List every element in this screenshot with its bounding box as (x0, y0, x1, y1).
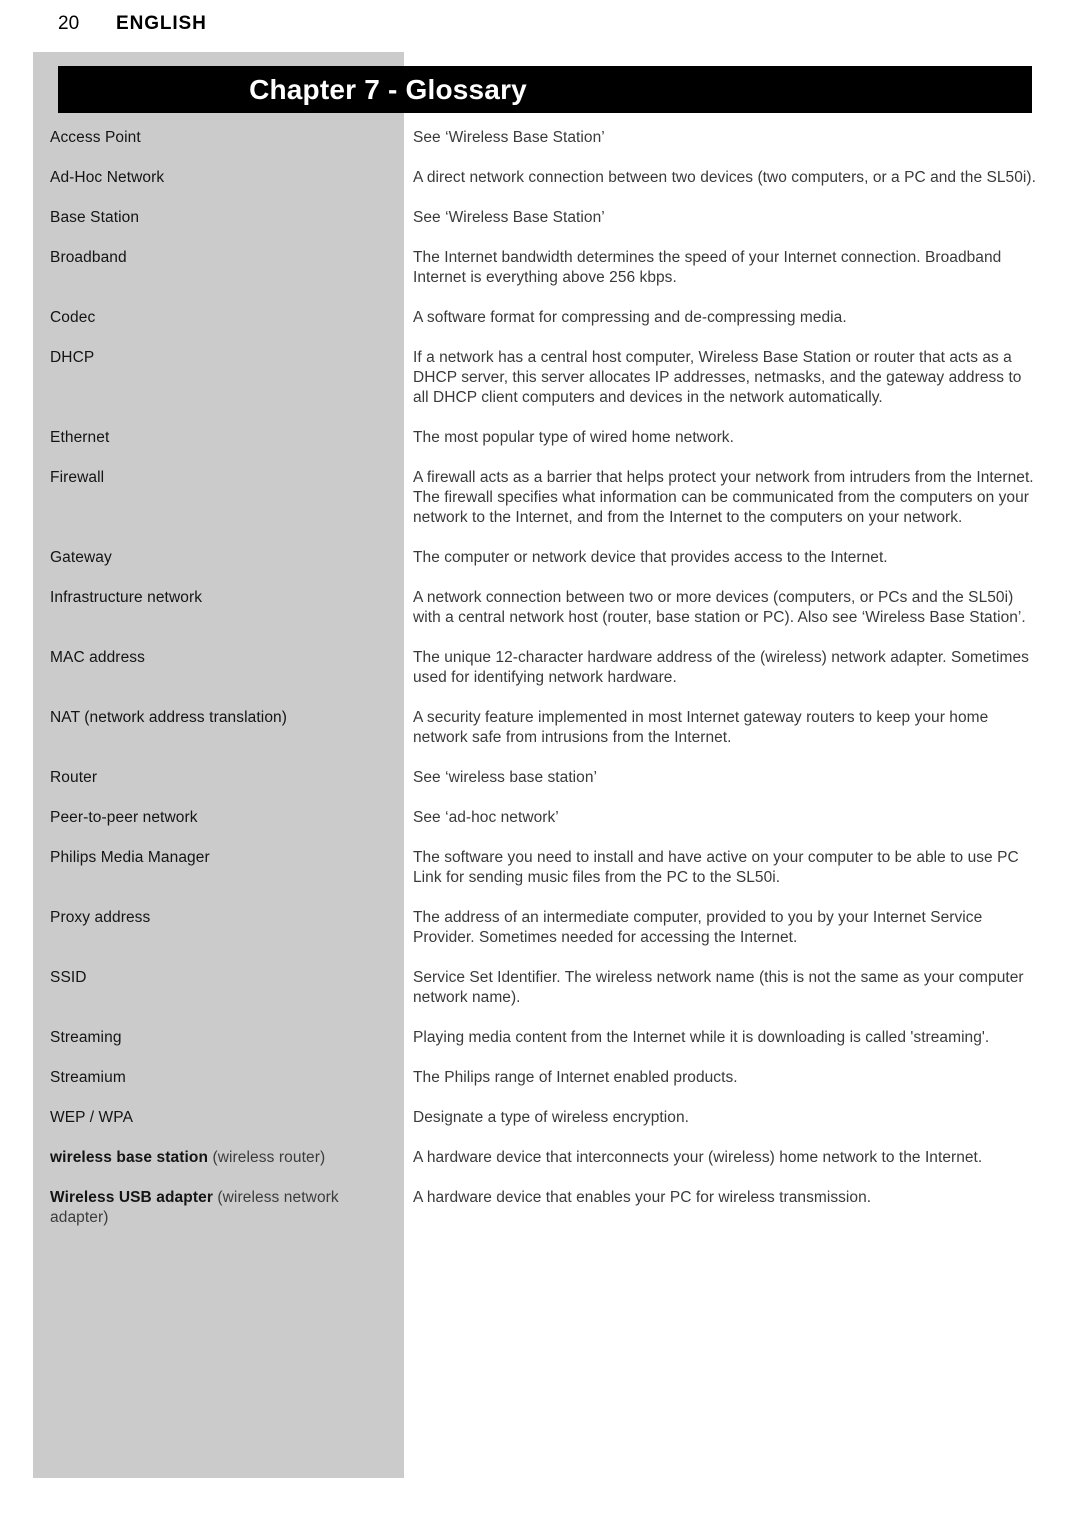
glossary-term: Peer-to-peer network (50, 808, 400, 828)
glossary-term-text: Wireless USB adapter (50, 1189, 213, 1206)
glossary-term: Wireless USB adapter (wireless network a… (50, 1188, 400, 1228)
glossary-term: Streamium (50, 1068, 400, 1088)
glossary-term-text: Proxy address (50, 909, 151, 926)
glossary-term-text: Philips Media Manager (50, 849, 210, 866)
glossary-definition: A security feature implemented in most I… (413, 709, 989, 746)
glossary-term-text: MAC address (50, 649, 145, 666)
glossary-definition: A direct network connection between two … (413, 169, 1036, 186)
glossary-term-text: Router (50, 769, 98, 786)
glossary-definition: Designate a type of wireless encryption. (413, 1109, 689, 1126)
glossary-term-text: NAT (network address translation) (50, 709, 288, 726)
glossary-definition: A software format for compressing and de… (413, 309, 847, 326)
chapter-banner: Chapter 7 - Glossary (58, 66, 1032, 113)
glossary-definition: The most popular type of wired home netw… (413, 429, 734, 446)
glossary-term: Base Station (50, 208, 400, 228)
glossary-definition: If a network has a central host computer… (413, 349, 1022, 406)
glossary-term: Router (50, 768, 400, 788)
glossary-definition: See ‘wireless base station’ (413, 769, 597, 786)
glossary-definition: The Internet bandwidth determines the sp… (413, 249, 1002, 286)
glossary-definition: See ‘Wireless Base Station’ (413, 129, 605, 146)
glossary-term: DHCP (50, 348, 400, 368)
glossary-definition: The Philips range of Internet enabled pr… (413, 1069, 738, 1086)
glossary-term: Broadband (50, 248, 400, 268)
glossary-term: Philips Media Manager (50, 848, 400, 868)
glossary-term-text: Access Point (50, 129, 141, 146)
glossary-definition: The unique 12-character hardware address… (413, 649, 1029, 686)
glossary-term-text: Firewall (50, 469, 105, 486)
glossary-term-text: WEP / WPA (50, 1109, 134, 1126)
glossary-definition: The computer or network device that prov… (413, 549, 888, 566)
glossary-term-text: Infrastructure network (50, 589, 203, 606)
running-head: 20 ENGLISH (58, 13, 207, 35)
glossary-definition: A network connection between two or more… (413, 589, 1026, 626)
glossary-term-text: Base Station (50, 209, 140, 226)
glossary-definition: A hardware device that interconnects you… (413, 1149, 983, 1166)
glossary-term: Infrastructure network (50, 588, 400, 608)
glossary-term-text: Ad-Hoc Network (50, 169, 165, 186)
glossary-term: MAC address (50, 648, 400, 668)
glossary-term: WEP / WPA (50, 1108, 400, 1128)
glossary-term: Access Point (50, 128, 400, 148)
glossary-definition: A hardware device that enables your PC f… (413, 1189, 872, 1206)
glossary-term: Ethernet (50, 428, 400, 448)
section-language-label: ENGLISH (116, 13, 207, 34)
glossary-term-text: Streaming (50, 1029, 122, 1046)
glossary-term: NAT (network address translation) (50, 708, 400, 728)
glossary-definition: Playing media content from the Internet … (413, 1029, 990, 1046)
page-title: Chapter 7 - Glossary (249, 74, 527, 105)
glossary-term: SSID (50, 968, 400, 988)
glossary-term-text: Streamium (50, 1069, 126, 1086)
glossary-definition: The address of an intermediate computer,… (413, 909, 983, 946)
page-number: 20 (58, 13, 80, 34)
glossary-term-text: Gateway (50, 549, 112, 566)
glossary-term-text: SSID (50, 969, 87, 986)
glossary-definition: A firewall acts as a barrier that helps … (413, 469, 1034, 526)
glossary-term: Streaming (50, 1028, 400, 1048)
glossary-term-text: wireless base station (50, 1149, 209, 1166)
glossary-definition: See ‘ad-hoc network’ (413, 809, 559, 826)
glossary-definition: See ‘Wireless Base Station’ (413, 209, 605, 226)
glossary-term: Ad-Hoc Network (50, 168, 400, 188)
glossary-term-text: Ethernet (50, 429, 110, 446)
glossary-term: Firewall (50, 468, 400, 488)
glossary-term-text: DHCP (50, 349, 95, 366)
glossary-term-text: Peer-to-peer network (50, 809, 198, 826)
glossary-term: Proxy address (50, 908, 400, 928)
glossary-term-alias: (wireless router) (208, 1149, 326, 1166)
glossary-term: wireless base station (wireless router) (50, 1148, 400, 1168)
glossary-term-text: Codec (50, 309, 96, 326)
glossary-definition: The software you need to install and hav… (413, 849, 1019, 886)
glossary-term: Gateway (50, 548, 400, 568)
glossary-term: Codec (50, 308, 400, 328)
glossary-definition: Service Set Identifier. The wireless net… (413, 969, 1024, 1006)
glossary-term-text: Broadband (50, 249, 127, 266)
